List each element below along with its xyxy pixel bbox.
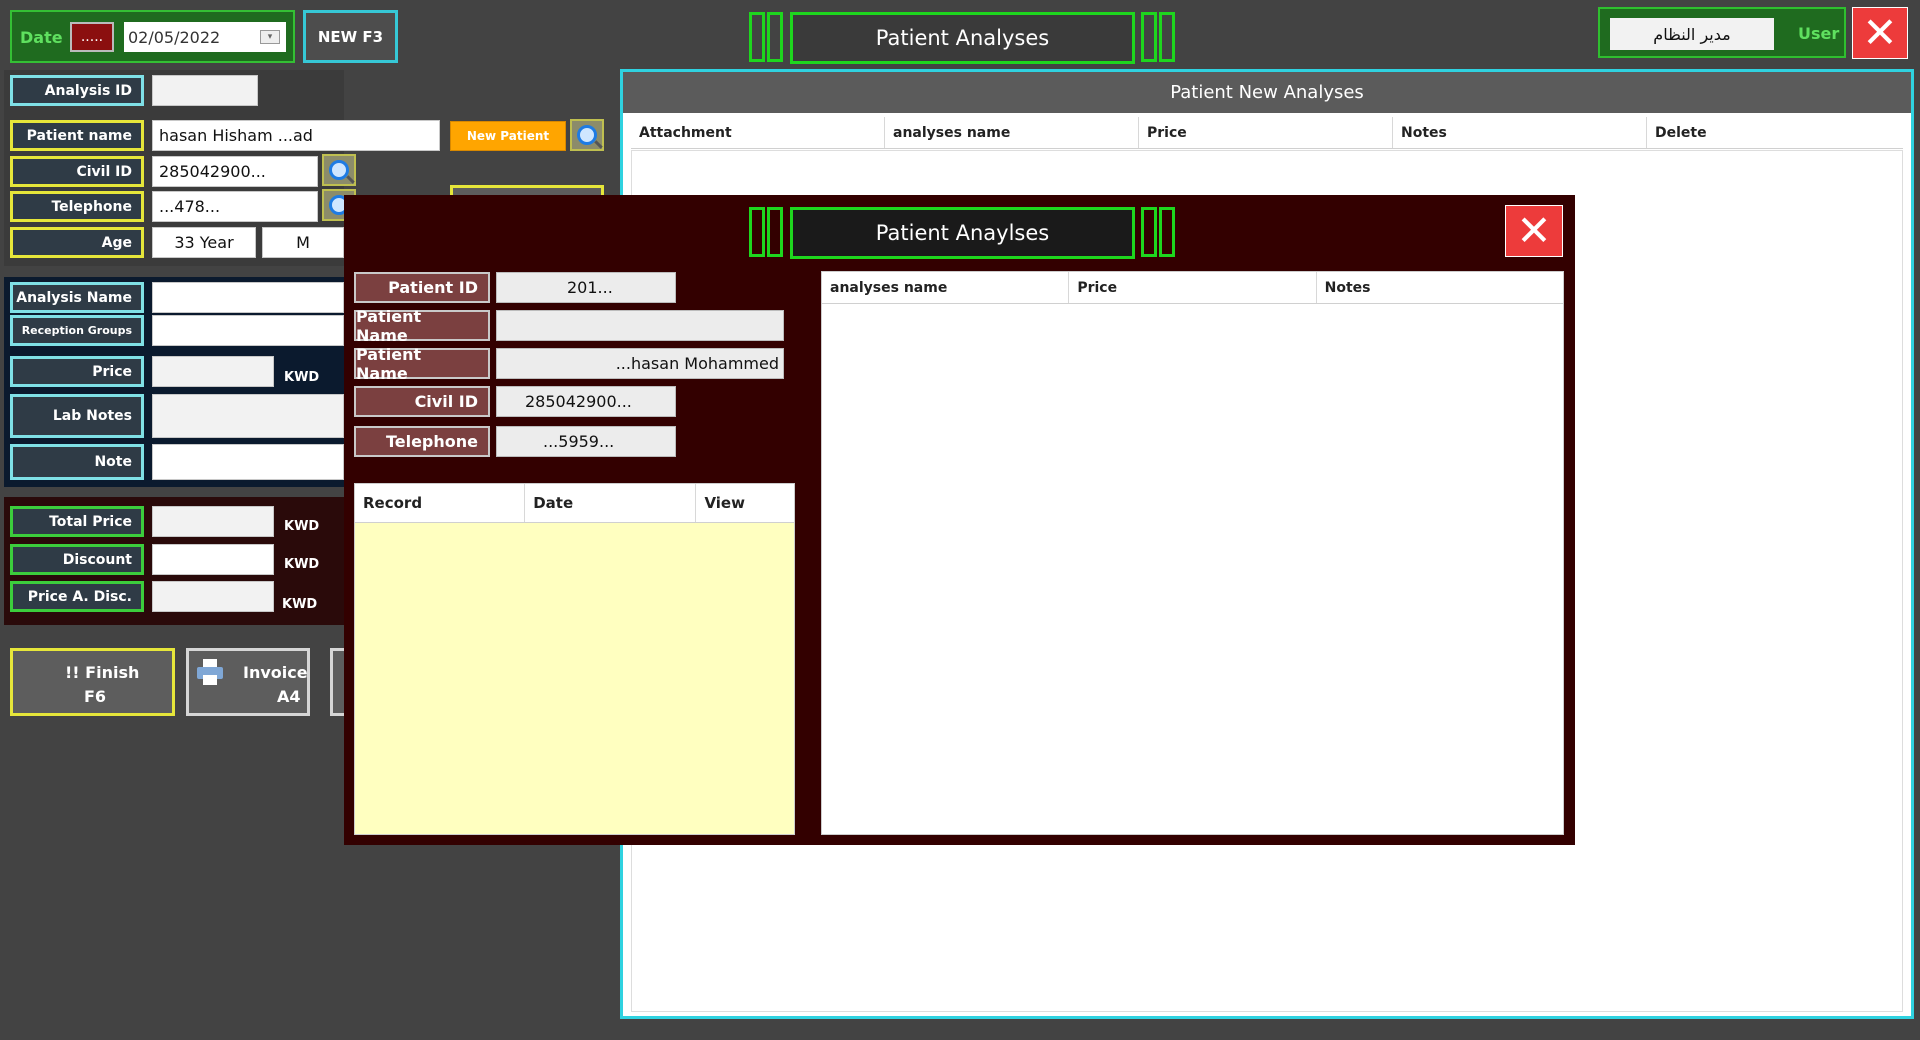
search-civil-id-button[interactable]	[322, 154, 356, 186]
price-after-discount-unit: KWD	[282, 597, 318, 612]
column-notes[interactable]: Notes	[1393, 117, 1647, 148]
column-analyses-name[interactable]: analyses name	[822, 272, 1070, 303]
patient-analyses-modal: Patient Anaylses ✕ Patient ID 201... Pat…	[344, 195, 1575, 845]
modal-patient-name-label: Patient Name	[354, 307, 490, 345]
column-price[interactable]: Price	[1069, 272, 1317, 303]
page-title: Patient Analyses	[790, 12, 1135, 64]
lab-notes-label: Lab Notes	[10, 394, 144, 438]
title-bracket-right-2	[1159, 12, 1175, 62]
title-bracket-left-2	[767, 12, 783, 62]
new-analyses-table-header: Attachment analyses name Price Notes Del…	[631, 117, 1903, 149]
records-table: Record Date View	[354, 483, 795, 835]
user-panel: مدير النظام User	[1598, 7, 1846, 58]
column-attachment[interactable]: Attachment	[631, 117, 885, 148]
close-icon: ✕	[1516, 206, 1552, 255]
analysis-id-label: Analysis ID	[10, 75, 144, 106]
modal-close-button[interactable]: ✕	[1505, 205, 1563, 257]
modal-analyses-table-header: analyses name Price Notes	[822, 272, 1563, 304]
title-bracket-left	[749, 12, 765, 62]
note-field[interactable]	[152, 444, 344, 480]
patient-name-label: Patient name	[10, 120, 144, 151]
main-close-button[interactable]: ✕	[1852, 7, 1908, 59]
civil-id-field[interactable]: 285042900...	[152, 156, 318, 187]
reception-groups-label: Reception Groups	[10, 315, 144, 346]
column-view[interactable]: View	[696, 484, 794, 522]
invoice-button[interactable]: Invoice A4	[186, 648, 310, 716]
total-price-label: Total Price	[10, 506, 144, 537]
civil-id-label: Civil ID	[10, 156, 144, 187]
column-record[interactable]: Record	[355, 484, 526, 522]
search-icon	[329, 160, 349, 180]
date-input[interactable]: 02/05/2022 ▾	[124, 22, 286, 52]
modal-patient-id-label: Patient ID	[354, 272, 490, 303]
title-bracket-right	[1141, 12, 1157, 62]
patient-name-field[interactable]: hasan Hisham ...ad	[152, 120, 440, 151]
modal-telephone-field: ...5959...	[496, 426, 676, 457]
modal-bracket-right-2	[1159, 207, 1175, 257]
modal-civil-id-label: Civil ID	[354, 386, 490, 417]
finish-button[interactable]: !! Finish F6	[10, 648, 175, 716]
column-notes[interactable]: Notes	[1317, 272, 1563, 303]
date-picker-button[interactable]: .....	[70, 22, 114, 52]
column-price[interactable]: Price	[1139, 117, 1393, 148]
printer-icon	[195, 657, 225, 687]
modal-bracket-left	[749, 207, 765, 257]
discount-label: Discount	[10, 544, 144, 575]
discount-unit: KWD	[284, 557, 320, 572]
gender-field[interactable]: M	[262, 227, 344, 258]
search-icon	[577, 125, 597, 145]
new-patient-button[interactable]: New Patient	[450, 121, 566, 151]
age-field[interactable]: 33 Year	[152, 227, 256, 258]
total-price-field	[152, 506, 274, 537]
modal-bracket-right	[1141, 207, 1157, 257]
column-analyses-name[interactable]: analyses name	[885, 117, 1139, 148]
search-patient-button[interactable]	[570, 119, 604, 151]
note-label: Note	[10, 444, 144, 480]
telephone-field[interactable]: ...478...	[152, 191, 318, 222]
modal-civil-id-field: 285042900...	[496, 386, 676, 417]
modal-title: Patient Anaylses	[790, 207, 1135, 259]
user-name-field: مدير النظام	[1610, 18, 1774, 50]
records-table-header: Record Date View	[355, 484, 794, 523]
modal-telephone-label: Telephone	[354, 426, 490, 457]
discount-field[interactable]	[152, 544, 274, 575]
lab-notes-field[interactable]	[152, 394, 344, 438]
total-price-unit: KWD	[284, 519, 320, 534]
new-analyses-header: Patient New Analyses	[623, 72, 1911, 113]
date-label: Date	[20, 28, 63, 47]
calendar-icon[interactable]: ▾	[260, 30, 280, 44]
price-after-discount-field	[152, 581, 274, 612]
date-panel: Date ..... 02/05/2022 ▾	[10, 10, 295, 63]
user-label: User	[1798, 24, 1840, 43]
new-button[interactable]: NEW F3	[303, 10, 398, 63]
modal-patient-name-field	[496, 310, 784, 341]
analysis-name-field[interactable]	[152, 282, 344, 313]
price-label: Price	[10, 356, 144, 387]
age-label: Age	[10, 227, 144, 258]
analysis-name-label: Analysis Name	[10, 282, 144, 313]
modal-patient-name2-field: ...hasan Mohammed	[496, 348, 784, 379]
modal-patient-id-field: 201...	[496, 272, 676, 303]
column-delete[interactable]: Delete	[1647, 117, 1903, 148]
price-after-discount-label: Price A. Disc.	[10, 581, 144, 612]
price-unit: KWD	[284, 370, 320, 385]
price-field[interactable]	[152, 356, 274, 387]
modal-analyses-table: analyses name Price Notes	[821, 271, 1564, 835]
telephone-label: Telephone	[10, 191, 144, 222]
modal-patient-name2-label: Patient Name	[354, 345, 490, 383]
column-date[interactable]: Date	[525, 484, 697, 522]
close-icon: ✕	[1862, 8, 1898, 57]
analysis-id-field[interactable]	[152, 75, 258, 106]
reception-groups-field[interactable]	[152, 315, 344, 346]
modal-bracket-left-2	[767, 207, 783, 257]
